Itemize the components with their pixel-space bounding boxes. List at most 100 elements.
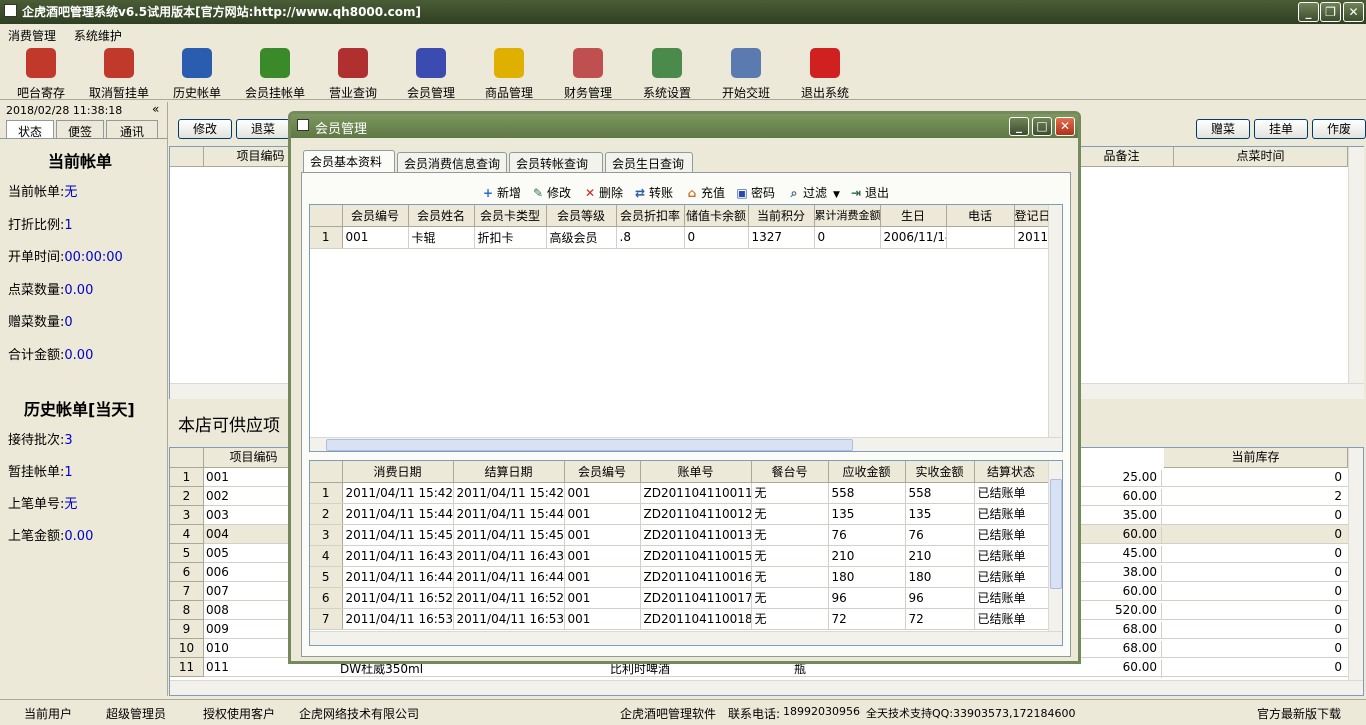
- minimize-button[interactable]: _: [1298, 2, 1319, 22]
- col-stock: 当前库存: [1164, 448, 1348, 468]
- row-number: 9: [170, 620, 204, 639]
- return-dish-button[interactable]: 退菜: [236, 119, 290, 139]
- member-cell: 001: [342, 226, 409, 249]
- consume-row[interactable]: 12011/04/11 15:42:562011/04/11 15:42:560…: [310, 482, 1049, 504]
- gift-dish-button[interactable]: 赠菜: [1196, 119, 1250, 139]
- dialog-maximize-button[interactable]: □: [1032, 117, 1052, 136]
- hang-bill-button[interactable]: 挂单: [1254, 119, 1308, 139]
- star-icon: [494, 48, 524, 78]
- tool-exit-button[interactable]: ⇥ 退出: [849, 184, 889, 201]
- info-row: 赠菜数量:0: [8, 311, 73, 330]
- toolbar-label: 商品管理: [484, 86, 533, 100]
- dialog-tab-3[interactable]: 会员转帐查询: [509, 152, 603, 172]
- tool-transfer-button[interactable]: ⇄ 转账: [633, 184, 673, 201]
- menu-consume[interactable]: 消费管理: [8, 29, 56, 43]
- dialog-tab-1[interactable]: 会员基本资料: [303, 150, 395, 173]
- member-row[interactable]: 1001卡辊折扣卡高级会员.80132702006/11/142011/0: [310, 226, 1050, 249]
- product-grid-vscroll[interactable]: [1348, 448, 1363, 680]
- info-row: 暂挂帐单:1: [8, 461, 73, 480]
- member-grid-hscroll-thumb[interactable]: [326, 439, 853, 451]
- close-button[interactable]: ✕: [1343, 2, 1364, 22]
- tool-delete-button[interactable]: ✕ 删除: [583, 184, 623, 201]
- member-grid-hscroll[interactable]: [310, 437, 1062, 451]
- void-button[interactable]: 作废: [1312, 119, 1366, 139]
- menu-system[interactable]: 系统维护: [74, 29, 122, 43]
- power-icon: [810, 48, 840, 78]
- order-grid-vscroll[interactable]: [1348, 147, 1364, 383]
- row-number: 11: [170, 658, 204, 677]
- collapse-icon[interactable]: «: [152, 102, 159, 116]
- tool-add-button[interactable]: + 新增: [481, 184, 521, 201]
- tab-comm[interactable]: 通讯: [106, 120, 158, 139]
- consume-row[interactable]: 22011/04/11 15:44:302011/04/11 15:44:300…: [310, 503, 1049, 525]
- info-value: 3: [64, 433, 73, 448]
- dialog-close-button[interactable]: ✕: [1055, 117, 1075, 136]
- info-value: 1: [64, 217, 73, 233]
- dialog-minimize-button[interactable]: _: [1009, 117, 1029, 136]
- product-grid-hscroll[interactable]: [170, 680, 1363, 695]
- modify-button[interactable]: 修改: [178, 119, 232, 139]
- toolbar-label: 吧台寄存: [16, 86, 65, 100]
- consume-row[interactable]: 52011/04/11 16:44:162011/04/11 16:44:160…: [310, 566, 1049, 588]
- member-col-header: 会员等级: [546, 205, 617, 227]
- consume-row[interactable]: 72011/04/11 16:53:042011/04/11 16:53:040…: [310, 608, 1049, 630]
- row-number: 2: [170, 487, 204, 506]
- toolbar-button-5[interactable]: 营业查询: [314, 48, 392, 100]
- member-col-header: 会员编号: [342, 205, 409, 227]
- consume-col-header: 实收金额: [905, 461, 975, 483]
- consume-row[interactable]: 62011/04/11 16:52:312011/04/11 16:52:310…: [310, 587, 1049, 609]
- tool-label: 转账: [649, 186, 674, 200]
- consume-cell: 210: [905, 545, 975, 567]
- consume-cell: 已结账单: [974, 524, 1049, 546]
- consume-grid-hscroll[interactable]: [310, 631, 1062, 645]
- member-cell: .8: [616, 226, 685, 249]
- consume-cell: 76: [828, 524, 906, 546]
- member-col-header: 会员姓名: [408, 205, 475, 227]
- info-value: 0.00: [64, 529, 94, 544]
- tab-status[interactable]: 状态: [6, 120, 54, 139]
- consume-grid-vscroll[interactable]: [1048, 461, 1062, 631]
- toolbar-button-8[interactable]: 财务管理: [549, 48, 627, 100]
- exit-icon: ⇥: [850, 186, 862, 200]
- consume-cell: 001: [564, 587, 641, 609]
- product-stock: 0: [1334, 622, 1342, 636]
- password-icon: ▣: [736, 186, 748, 200]
- toolbar-button-2[interactable]: 取消暂挂单: [80, 48, 158, 100]
- consume-grid-vscroll-thumb[interactable]: [1050, 479, 1062, 589]
- info-key: 上笔金额:: [8, 529, 65, 544]
- tool-edit-button[interactable]: ✎ 修改: [531, 184, 571, 201]
- tab-notes[interactable]: 便签: [56, 120, 104, 139]
- tool-password-button[interactable]: ▣ 密码: [735, 184, 775, 201]
- consume-cell: 无: [751, 524, 829, 546]
- toolbar-button-10[interactable]: 开始交班: [707, 48, 785, 100]
- toolbar-button-11[interactable]: 退出系统: [786, 48, 864, 100]
- consume-cell: 001: [564, 545, 641, 567]
- window-title: 企虎酒吧管理系统v6.5试用版本[官方网站:http://www.qh8000.…: [22, 5, 422, 19]
- tool-label: 密码: [751, 186, 776, 200]
- dialog-tab-2[interactable]: 会员消费信息查询: [397, 152, 507, 172]
- member-grid-vscroll[interactable]: [1048, 205, 1062, 437]
- toolbar-button-7[interactable]: 商品管理: [470, 48, 548, 100]
- arrow-forward-icon: [260, 48, 290, 78]
- tool-recharge-button[interactable]: ⌂ 充值: [685, 184, 725, 201]
- toolbar-button-4[interactable]: 会员挂帐单: [236, 48, 314, 100]
- dialog-tab-4[interactable]: 会员生日查询: [605, 152, 693, 172]
- product-stock: 0: [1334, 584, 1342, 598]
- toolbar-button-1[interactable]: 吧台寄存: [2, 48, 80, 100]
- toolbar-button-3[interactable]: 历史帐单: [158, 48, 236, 100]
- status-download[interactable]: 官方最新版下载: [1257, 705, 1341, 722]
- tool-filter-button[interactable]: ⌕ 过滤 ▼: [787, 184, 840, 201]
- chevron-down-icon[interactable]: ▼: [833, 190, 840, 200]
- consume-cell: 已结账单: [974, 503, 1049, 525]
- consume-row[interactable]: 42011/04/11 16:43:462011/04/11 16:43:460…: [310, 545, 1049, 567]
- info-key: 打折比例:: [8, 217, 65, 233]
- toolbar-button-6[interactable]: 会员管理: [392, 48, 470, 100]
- consume-row[interactable]: 32011/04/11 15:45:102011/04/11 15:45:100…: [310, 524, 1049, 546]
- toolbar-label: 会员挂帐单: [244, 86, 305, 100]
- member-cell: 1327: [748, 226, 815, 249]
- maximize-button[interactable]: ❐: [1320, 2, 1341, 22]
- consume-cell: 210: [828, 545, 906, 567]
- info-row: 开单时间:00:00:00: [8, 246, 123, 265]
- toolbar-button-9[interactable]: 系统设置: [628, 48, 706, 100]
- status-user: 超级管理员: [106, 707, 167, 721]
